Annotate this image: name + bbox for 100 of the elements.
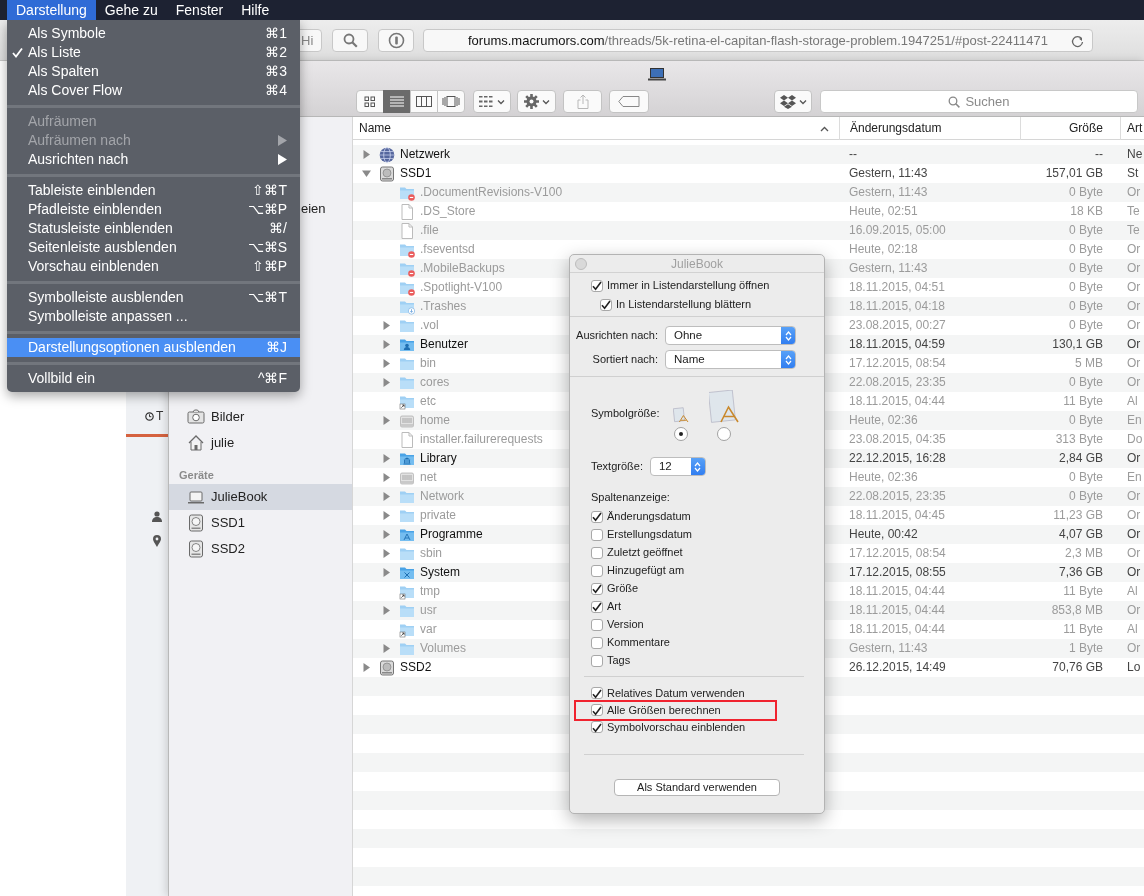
kind-cell-text: Or (1126, 507, 1141, 524)
checkbox[interactable] (591, 528, 603, 541)
view-mode-button[interactable] (410, 90, 438, 114)
caret-icon (497, 98, 505, 105)
menu-item[interactable]: Als Spalten ⌘3 (7, 62, 300, 81)
checkbox[interactable] (591, 636, 603, 649)
menu-item[interactable]: Tableiste einblenden ⇧⌘T (7, 181, 300, 200)
hard-drive-icon (379, 659, 395, 676)
disclosure-triangle[interactable] (381, 511, 391, 520)
file-name[interactable]: Benutzer (420, 335, 469, 354)
dropdown[interactable]: Ohne (665, 326, 796, 345)
link-text[interactable]: T (156, 407, 164, 425)
checkbox[interactable] (591, 687, 603, 699)
radio-button[interactable] (717, 427, 731, 441)
view-mode-button[interactable] (383, 90, 411, 114)
radio-button[interactable] (674, 427, 688, 441)
address-field[interactable]: forums.macrumors.com/threads/5k-retina-el-capitan-flash-storage-problem.1947251/#post-22411471 (423, 29, 1093, 52)
tag-button[interactable] (609, 90, 649, 114)
kind-cell-text: Te (1126, 203, 1140, 220)
disclosure-triangle[interactable] (381, 568, 391, 577)
menu-item[interactable]: Symbolleiste anpassen ... (7, 307, 300, 326)
menu-item[interactable]: Symbolleiste ausblenden ⌥⌘T (7, 288, 300, 307)
menu-item[interactable]: Als Cover Flow ⌘4 (7, 81, 300, 100)
menu-bar-item[interactable]: Gehe zu (95, 0, 167, 20)
kind-cell-text: Or (1126, 450, 1141, 467)
view-mode-button[interactable] (356, 90, 384, 114)
checkbox[interactable] (591, 582, 603, 595)
menu-bar-item[interactable]: Fenster (166, 0, 233, 20)
network-drive-icon (399, 469, 415, 486)
sidebar-item[interactable]: SSD2 (169, 536, 352, 562)
default-button[interactable]: Als Standard verwenden (614, 778, 780, 796)
dropbox-button[interactable] (774, 90, 812, 114)
size-cell-text: 11,23 GB (1052, 507, 1104, 524)
file-name[interactable]: SSD2 (400, 658, 432, 677)
disclosure-triangle[interactable] (381, 378, 391, 387)
size-cell-text: 313 Byte (1054, 431, 1104, 448)
checkbox[interactable] (591, 564, 603, 577)
menu-item[interactable]: Darstellungsoptionen ausblenden ⌘J (7, 338, 300, 357)
checkbox[interactable] (591, 721, 603, 733)
checkbox[interactable] (591, 279, 603, 292)
disclosure-triangle[interactable] (381, 606, 391, 615)
disclosure-triangle[interactable] (381, 644, 391, 653)
search-button[interactable] (332, 29, 368, 52)
date-cell-text: 18.11.2015, 04:44 (848, 583, 946, 600)
disclosure-triangle[interactable] (381, 321, 391, 330)
menu-item[interactable]: Statusleiste einblenden ⌘/ (7, 219, 300, 238)
sidebar-item[interactable]: JulieBook (169, 484, 352, 510)
checkbox[interactable] (591, 618, 603, 631)
menu-item[interactable]: Ausrichten nach (7, 150, 300, 169)
disclosure-triangle[interactable] (381, 340, 391, 349)
search-field[interactable]: Suchen (820, 90, 1138, 114)
file-name[interactable]: System (420, 563, 460, 582)
size-cell-text: 157,01 GB (1044, 165, 1104, 182)
size-stepper[interactable]: 12 (649, 457, 706, 476)
disclosure-triangle[interactable] (361, 169, 371, 178)
action-button[interactable] (517, 90, 556, 114)
checkbox[interactable] (600, 298, 612, 311)
disclosure-triangle[interactable] (381, 549, 391, 558)
menu-item[interactable]: Vorschau einblenden ⇧⌘P (7, 257, 300, 276)
disclosure-triangle[interactable] (361, 663, 371, 672)
file-name[interactable]: Library (420, 449, 457, 468)
file-name[interactable]: SSD1 (400, 164, 432, 183)
sidebar-item[interactable]: julie (169, 430, 352, 456)
reader-button[interactable] (378, 29, 414, 52)
date-cell-text: Heute, 00:42 (848, 526, 919, 543)
column-header[interactable]: Größe (1020, 117, 1120, 140)
column-header[interactable]: Art (1120, 117, 1143, 140)
file-name[interactable]: Programme (420, 525, 483, 544)
menu-item[interactable]: Pfadleiste einblenden ⌥⌘P (7, 200, 300, 219)
checkbox[interactable] (591, 600, 603, 613)
updown-arrows-icon (784, 354, 792, 365)
sidebar-item[interactable]: SSD1 (169, 510, 352, 536)
kind-cell-text: Or (1126, 526, 1141, 543)
disclosure-triangle[interactable] (381, 416, 391, 425)
disclosure-triangle[interactable] (381, 454, 391, 463)
column-header[interactable]: Name (353, 117, 839, 140)
menu-item[interactable]: Seitenleiste ausblenden ⌥⌘S (7, 238, 300, 257)
menu-bar-item[interactable]: Hilfe (232, 0, 279, 20)
checkbox[interactable] (591, 546, 603, 559)
file-name[interactable]: Netzwerk (400, 145, 450, 164)
checkbox-label: Version (607, 617, 644, 633)
disclosure-triangle[interactable] (381, 359, 391, 368)
disclosure-triangle[interactable] (381, 530, 391, 539)
checkbox[interactable] (591, 654, 603, 667)
checkbox[interactable] (591, 704, 603, 716)
keyboard-shortcut: ⌥⌘S (247, 238, 287, 257)
column-header[interactable]: Änderungsdatum (839, 117, 1020, 140)
dropdown[interactable]: Name (665, 350, 796, 369)
checkbox[interactable] (591, 510, 603, 523)
date-cell-text: Heute, 02:36 (848, 412, 919, 429)
arrange-button[interactable] (473, 90, 511, 114)
reload-icon[interactable] (1071, 35, 1084, 48)
view-mode-button[interactable] (437, 90, 465, 114)
disclosure-triangle[interactable] (381, 473, 391, 482)
menu-bar-item[interactable]: Darstellung (7, 0, 96, 20)
disclosure-triangle[interactable] (381, 492, 391, 501)
disclosure-triangle[interactable] (361, 150, 371, 159)
menu-item[interactable]: Vollbild ein ^⌘F (7, 369, 300, 388)
date-cell-text: Gestern, 11:43 (848, 165, 929, 182)
sidebar-item[interactable]: Bilder (169, 404, 352, 430)
